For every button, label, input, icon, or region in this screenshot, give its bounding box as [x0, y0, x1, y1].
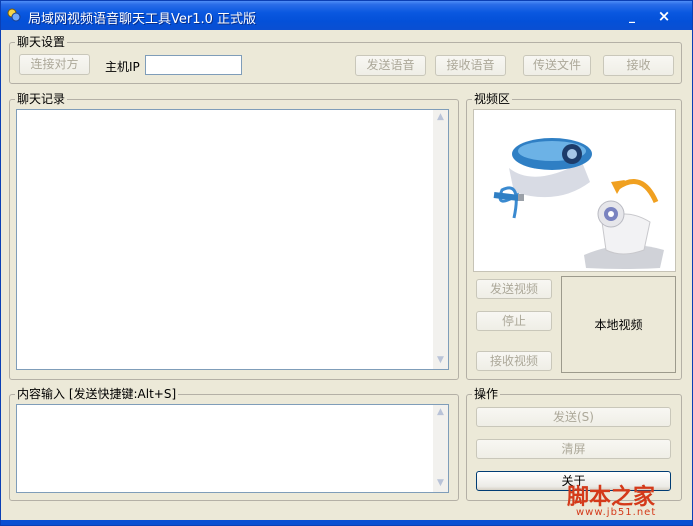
- scroll-down-icon[interactable]: ▼: [435, 478, 446, 489]
- receive-voice-button[interactable]: 接收语音: [435, 55, 506, 76]
- settings-group-title: 聊天设置: [15, 35, 68, 49]
- stop-video-button[interactable]: 停止: [476, 311, 552, 331]
- video-preview: [473, 109, 676, 272]
- video-group-title: 视频区: [472, 92, 513, 106]
- send-video-button[interactable]: 发送视频: [476, 279, 552, 299]
- clear-button[interactable]: 清屏: [476, 439, 671, 459]
- receive-video-button[interactable]: 接收视频: [476, 351, 552, 371]
- scroll-down-icon[interactable]: ▼: [435, 355, 446, 366]
- minimize-icon[interactable]: _: [623, 8, 641, 24]
- title-bar[interactable]: 局域网视频语音聊天工具Ver1.0 正式版 _ ×: [1, 1, 692, 30]
- local-video-panel[interactable]: 本地视频: [561, 276, 676, 373]
- scroll-up-icon[interactable]: ▲: [435, 407, 446, 418]
- message-input-content: [17, 405, 448, 409]
- host-ip-label: 主机IP: [105, 60, 140, 74]
- webcam-image: [474, 110, 675, 271]
- window-title: 局域网视频语音聊天工具Ver1.0 正式版: [28, 12, 257, 27]
- host-ip-input[interactable]: [145, 55, 242, 75]
- client-area: 聊天设置 连接对方 主机IP 发送语音 接收语音 传送文件 接收 聊天记录 ▲ …: [2, 30, 691, 521]
- window-bottom-border: [1, 520, 692, 525]
- scroll-up-icon[interactable]: ▲: [435, 112, 446, 123]
- send-voice-button[interactable]: 发送语音: [355, 55, 426, 76]
- chat-log-scrollbar[interactable]: ▲ ▼: [433, 110, 448, 369]
- chat-log-area[interactable]: ▲ ▼: [16, 109, 449, 370]
- watermark-url: www.jb51.net: [576, 507, 657, 518]
- input-group-title: 内容输入 [发送快捷键:Alt+S]: [15, 387, 179, 401]
- send-file-button[interactable]: 传送文件: [523, 55, 591, 76]
- message-input-scrollbar[interactable]: ▲ ▼: [433, 405, 448, 492]
- send-button[interactable]: 发送(S): [476, 407, 671, 427]
- local-video-label: 本地视频: [594, 318, 643, 332]
- close-icon[interactable]: ×: [655, 8, 673, 24]
- app-icon: [7, 8, 21, 22]
- chat-log-group-title: 聊天记录: [15, 92, 68, 106]
- actions-group-title: 操作: [472, 387, 501, 401]
- chat-log-content: [17, 110, 448, 114]
- receive-file-button[interactable]: 接收: [603, 55, 674, 76]
- connect-button[interactable]: 连接对方: [19, 54, 90, 75]
- message-input[interactable]: ▲ ▼: [16, 404, 449, 493]
- app-window: 局域网视频语音聊天工具Ver1.0 正式版 _ × 聊天设置 连接对方 主机IP…: [0, 0, 693, 526]
